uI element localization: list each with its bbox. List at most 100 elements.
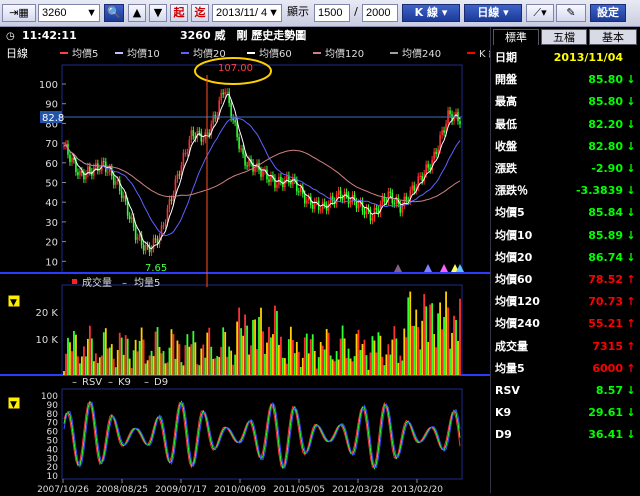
volume-bar (274, 305, 276, 375)
quote-row: 均價240 55.21 ↑ (495, 315, 637, 332)
quote-row-value: 2013/11/04 (553, 51, 623, 64)
volume-bar (140, 327, 143, 375)
volume-bar (411, 325, 414, 375)
quote-row-value: 78.52 (588, 273, 623, 286)
candle-body (341, 198, 344, 200)
volume-bar (313, 350, 316, 375)
candle-body (246, 165, 248, 167)
signal-markers (394, 264, 464, 272)
legend-label: 均價5 (72, 47, 98, 60)
candle-body (102, 161, 105, 163)
volume-bar (110, 344, 113, 375)
candle-body (300, 186, 302, 193)
volume-bar (427, 341, 430, 375)
volume-bar (128, 358, 131, 375)
candle-body (220, 92, 223, 101)
period-button[interactable]: 日線 ▾ (464, 4, 522, 22)
volume-bar (136, 351, 139, 375)
signal-triangle (440, 264, 448, 272)
candle-body (242, 148, 244, 155)
candle-body (99, 170, 101, 172)
total-count-input[interactable]: 2000 (362, 4, 398, 22)
candle-body (192, 130, 195, 137)
chart-area[interactable]: ◷ 11:42:11 3260 威 剛 歷史走勢圖 日線 均價5 均價10 均價20… (0, 27, 499, 495)
candle-body (381, 196, 384, 205)
search-icon[interactable]: 🔍 (104, 4, 124, 22)
volume-bar (192, 331, 195, 375)
chevron-down-icon[interactable]: ▼ (10, 400, 17, 410)
volume-bar (383, 365, 386, 375)
layout-menu-button[interactable]: ⇥▦ (2, 4, 36, 22)
candle-body (142, 244, 145, 251)
end-button[interactable]: 迄 (191, 4, 209, 22)
quote-row: 成交量 7315 ↑ (495, 338, 637, 355)
candle-body (433, 151, 435, 160)
price-panel-frame (61, 64, 463, 274)
arrow-down-icon: ↓ (626, 206, 636, 220)
tab-basic[interactable]: 基本 (589, 29, 637, 45)
quote-row-label: 日期 (495, 51, 517, 64)
volume-bar (126, 338, 129, 375)
legend-label: 均價120 (325, 47, 364, 60)
volume-bar (100, 355, 103, 375)
volume-bar (321, 345, 324, 375)
volume-bar (327, 332, 330, 375)
arrow-up-button[interactable]: ▲ (128, 4, 146, 22)
volume-bar (435, 347, 438, 375)
candle-body (305, 200, 308, 204)
date-input[interactable]: 2013/11/ 4 ▼ (212, 4, 282, 22)
quote-row-value: -2.90 (591, 162, 623, 175)
x-tick-label: 2007/10/26 (37, 485, 89, 493)
chevron-down-icon[interactable]: ▼ (10, 298, 17, 308)
candle-body (399, 203, 402, 213)
volume-bar (65, 353, 67, 375)
candle-body (184, 152, 187, 154)
quote-row-label: RSV (495, 384, 520, 397)
arrow-down-button[interactable]: ▼ (149, 4, 167, 22)
legend-label: 均價60 (259, 47, 292, 60)
candle-body (254, 168, 256, 172)
quote-row: 開盤 85.80 ↓ (495, 71, 637, 88)
stock-chart[interactable]: ◷ 11:42:11 3260 威 剛 歷史走勢圖 日線 均價5 均價10 均價20… (0, 27, 499, 495)
volume-bar (218, 357, 221, 375)
volume-bar (403, 328, 406, 375)
x-tick-label: 2009/07/17 (155, 485, 207, 493)
candle-body (337, 190, 340, 195)
quote-row-label: 均價120 (495, 295, 540, 309)
display-count-input[interactable]: 1500 (314, 4, 350, 22)
candle-body (224, 92, 226, 95)
quote-row-label: 均價240 (495, 317, 540, 331)
volume-bar (224, 331, 227, 375)
arrow-down-icon: ↓ (626, 162, 636, 175)
arrow-up-icon: ↑ (626, 317, 636, 331)
start-button[interactable]: 起 (170, 4, 188, 22)
tab-standard[interactable]: 標準 (493, 29, 539, 45)
candle-body (160, 225, 163, 237)
volume-bar (339, 338, 342, 375)
draw-tool-icon[interactable]: ✎ (556, 4, 586, 22)
price-tick-label: 30 (45, 218, 58, 229)
symbol-input[interactable]: 3260 ▼ (38, 4, 100, 22)
draw-line-icon[interactable]: ⟋▾ (526, 4, 554, 22)
tab-five-levels[interactable]: 五檔 (541, 29, 587, 45)
volume-bar (114, 367, 117, 375)
candle-body (345, 192, 348, 195)
volume-bar (345, 358, 348, 375)
price-tick-label: 90 (45, 100, 58, 111)
settings-button[interactable]: 設定 (590, 4, 626, 22)
volume-bar (393, 326, 396, 375)
candle-body (260, 170, 262, 177)
volume-bar (333, 361, 336, 375)
volume-bar (248, 354, 250, 375)
quote-row: RSV 8.57 ↓ (495, 382, 637, 399)
quote-row-value: 70.73 (588, 295, 623, 309)
volume-bar (84, 356, 87, 375)
volume-bar (148, 355, 151, 375)
count-separator: / (354, 5, 358, 18)
quote-row-label: 漲跌％ (495, 184, 528, 198)
volume-bar (174, 358, 177, 375)
volume-bar (429, 304, 432, 375)
k-line-button[interactable]: K 線 ▾ (402, 4, 460, 22)
volume-bar (405, 337, 408, 375)
price-tick-label: 40 (45, 198, 58, 209)
